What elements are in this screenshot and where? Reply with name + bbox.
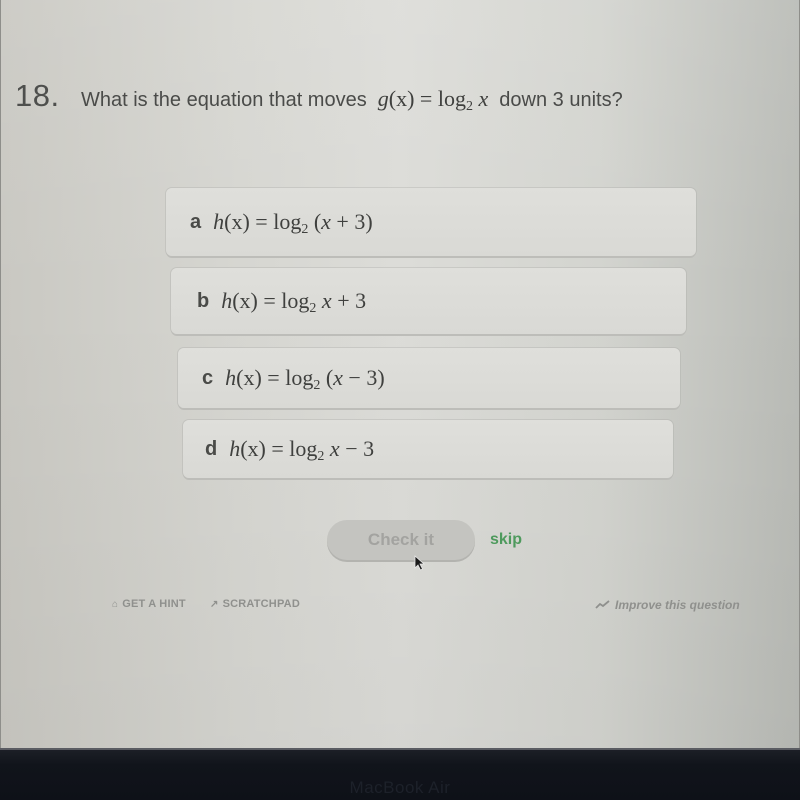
question-text: What is the equation that moves g(x) = l…: [81, 86, 623, 114]
laptop-bezel: MacBook Air: [0, 748, 800, 800]
choice-b[interactable]: b h(x) = log2 x + 3: [171, 268, 686, 334]
choice-equation: h(x) = log2 (x + 3): [213, 209, 373, 237]
trend-icon: [595, 600, 610, 609]
question-prefix: What is the equation that moves: [81, 89, 367, 111]
choice-equation: h(x) = log2 (x − 3): [225, 365, 385, 393]
screen: 18. What is the equation that moves g(x)…: [0, 0, 800, 748]
scratchpad-link[interactable]: ↗ SCRATCHPAD: [210, 598, 300, 610]
pencil-icon: ↗: [210, 598, 219, 610]
get-a-hint-link[interactable]: ⌂ GET A HINT: [112, 598, 186, 610]
choice-d[interactable]: d h(x) = log2 x − 3: [183, 420, 673, 478]
choice-a[interactable]: a h(x) = log2 (x + 3): [166, 188, 696, 256]
check-it-button[interactable]: Check it: [327, 520, 475, 560]
question-suffix: down 3 units?: [499, 89, 623, 111]
improve-question-link[interactable]: Improve this question: [595, 598, 740, 612]
question-number: 18.: [15, 78, 60, 113]
choice-letter: b: [197, 289, 210, 312]
choice-equation: h(x) = log2 x − 3: [229, 436, 375, 464]
choice-letter: a: [190, 210, 202, 233]
hint-icon: ⌂: [112, 598, 119, 610]
choice-c[interactable]: c h(x) = log2 (x − 3): [178, 348, 680, 408]
choice-letter: c: [202, 366, 214, 389]
choice-letter: d: [205, 437, 218, 460]
choice-equation: h(x) = log2 x + 3: [221, 288, 367, 316]
question-function: g(x) = log2 x: [377, 86, 489, 114]
skip-link[interactable]: skip: [490, 531, 522, 549]
mouse-cursor-icon: [414, 555, 426, 571]
device-label: MacBook Air: [349, 778, 451, 797]
